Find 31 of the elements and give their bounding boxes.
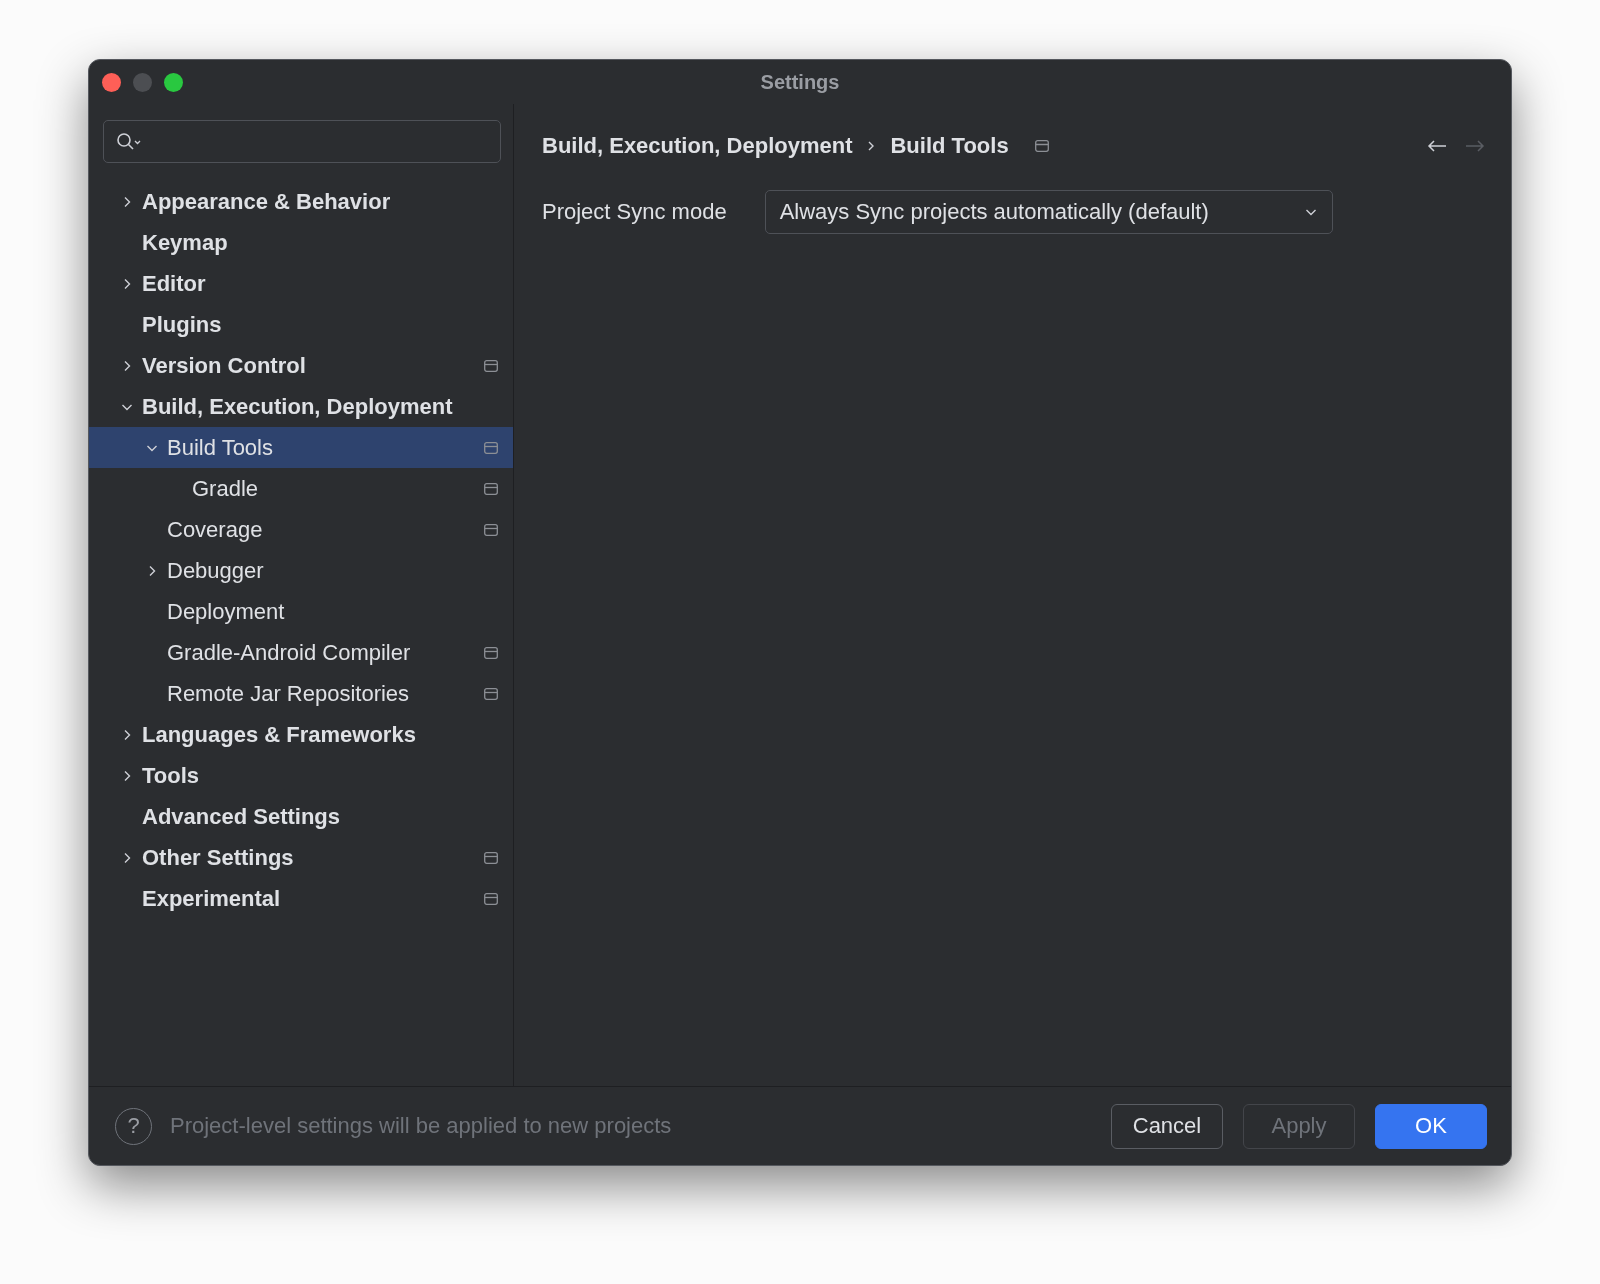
tree-item[interactable]: Gradle bbox=[89, 468, 513, 509]
search-icon bbox=[116, 131, 142, 152]
tree-item[interactable]: Build, Execution, Deployment bbox=[89, 386, 513, 427]
tree-item[interactable]: Debugger bbox=[89, 550, 513, 591]
dialog-button[interactable]: OK bbox=[1375, 1103, 1487, 1149]
close-button[interactable] bbox=[102, 72, 121, 92]
back-arrow-icon[interactable] bbox=[1427, 139, 1447, 153]
tree-item[interactable]: Advanced Settings bbox=[89, 796, 513, 837]
breadcrumb-item[interactable]: Build, Execution, Deployment bbox=[542, 133, 853, 159]
tree-item[interactable]: Version Control bbox=[89, 345, 513, 386]
tree-item[interactable]: Build Tools bbox=[89, 427, 513, 468]
field-label: Project Sync mode bbox=[542, 199, 727, 225]
tree-item[interactable]: Gradle-Android Compiler bbox=[89, 632, 513, 673]
tree-item[interactable]: Tools bbox=[89, 755, 513, 796]
dialog-button[interactable]: Cancel bbox=[1111, 1103, 1223, 1149]
tree-item[interactable]: Keymap bbox=[89, 222, 513, 263]
window-title: Settings bbox=[760, 70, 840, 93]
search-field[interactable] bbox=[103, 120, 501, 163]
tree-item[interactable]: Appearance & Behavior bbox=[89, 181, 513, 222]
tree-item[interactable]: Other Settings bbox=[89, 837, 513, 878]
tree-item[interactable]: Plugins bbox=[89, 304, 513, 345]
hint-text: Project-level settings will be applied to new projects bbox=[170, 1113, 673, 1139]
tree-item[interactable]: Languages & Frameworks bbox=[89, 714, 513, 755]
tree-item[interactable]: Experimental bbox=[89, 878, 513, 919]
tree-item[interactable]: Coverage bbox=[89, 509, 513, 550]
tree-item[interactable]: Remote Jar Repositories bbox=[89, 673, 513, 714]
tree-item[interactable]: Editor bbox=[89, 263, 513, 304]
zoom-button[interactable] bbox=[164, 72, 183, 92]
breadcrumb-item: Build Tools bbox=[890, 133, 1009, 159]
tree-item[interactable]: Deployment bbox=[89, 591, 513, 632]
sync-mode-dropdown[interactable]: Always Sync projects automatically (default) bbox=[764, 190, 1333, 234]
